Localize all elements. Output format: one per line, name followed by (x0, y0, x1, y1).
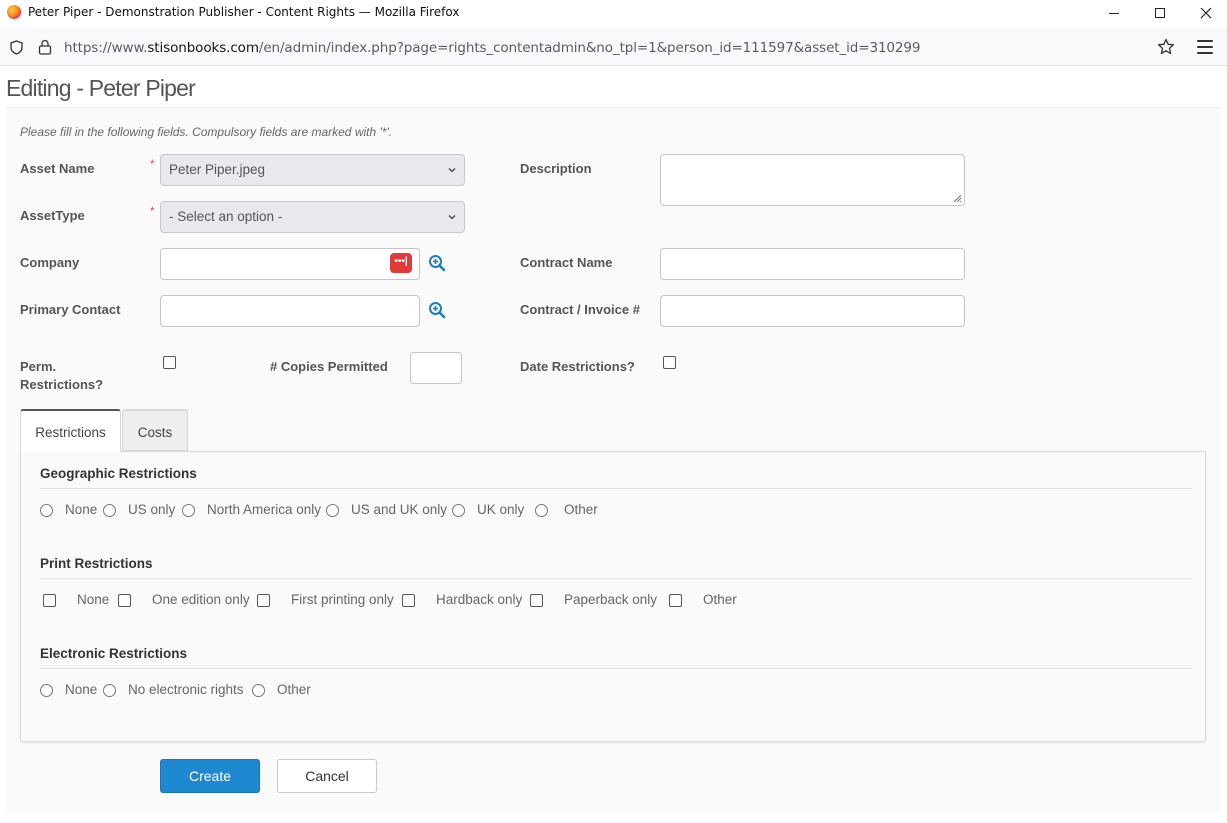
perm-restrictions-checkbox[interactable] (163, 356, 176, 369)
print-hardback-label: Hardback only (436, 592, 523, 607)
window-title: Peter Piper - Demonstration Publisher - … (28, 5, 460, 19)
print-restrictions-title: Print Restrictions (40, 556, 153, 571)
print-first-printing-label: First printing only (291, 592, 394, 607)
tab-restrictions[interactable]: Restrictions (20, 409, 121, 452)
form-hint: Please fill in the following fields. Com… (20, 125, 393, 139)
close-window-button[interactable] (1183, 0, 1227, 26)
address-bar: https://www.stisonbooks.com/en/admin/ind… (0, 28, 1227, 66)
asset-name-select[interactable]: Peter Piper.jpeg (160, 154, 465, 186)
url-field[interactable]: https://www.stisonbooks.com/en/admin/ind… (64, 40, 921, 56)
minimize-button[interactable] (1091, 0, 1137, 26)
contract-invoice-input[interactable] (660, 295, 965, 327)
create-button[interactable]: Create (160, 759, 260, 793)
divider (40, 668, 1192, 669)
electronic-other-label: Other (277, 682, 311, 697)
print-first-printing-checkbox[interactable] (257, 594, 270, 607)
print-one-edition-label: One edition only (152, 592, 250, 607)
chevron-down-icon (448, 168, 456, 173)
required-marker: * (150, 204, 155, 218)
geo-us-only-label: US only (128, 502, 176, 517)
copies-permitted-label: # Copies Permitted (270, 359, 388, 374)
electronic-no-rights-radio[interactable] (103, 684, 116, 697)
geo-other-radio[interactable] (535, 504, 548, 517)
geo-uk-only-label: UK only (477, 502, 525, 517)
tab-costs[interactable]: Costs (122, 409, 188, 451)
print-one-edition-checkbox[interactable] (118, 594, 131, 607)
chevron-down-icon (448, 215, 456, 220)
electronic-none-label: None (65, 682, 98, 697)
password-manager-icon[interactable]: •••| (390, 253, 412, 273)
divider (40, 578, 1192, 579)
perm-restrictions-label: Perm. Restrictions? (20, 359, 104, 392)
geo-north-america-radio[interactable] (182, 504, 195, 517)
geo-us-only-radio[interactable] (103, 504, 116, 517)
print-hardback-checkbox[interactable] (402, 594, 415, 607)
company-input[interactable] (160, 248, 420, 280)
geo-us-uk-radio[interactable] (326, 504, 339, 517)
maximize-icon (1155, 8, 1165, 18)
print-paperback-checkbox[interactable] (530, 594, 543, 607)
electronic-other-radio[interactable] (252, 684, 265, 697)
electronic-restrictions-title: Electronic Restrictions (40, 646, 188, 661)
primary-contact-label: Primary Contact (20, 302, 121, 317)
copies-permitted-input[interactable] (410, 352, 462, 384)
company-search-icon[interactable] (428, 254, 446, 272)
asset-type-label: AssetType (20, 208, 85, 223)
app-menu-icon[interactable] (1197, 40, 1213, 54)
bookmark-star-icon[interactable] (1157, 38, 1175, 56)
url-path: /en/admin/index.php?page=rights_contenta… (258, 40, 921, 56)
geo-other-label: Other (564, 502, 598, 517)
url-host: stisonbooks.com (147, 40, 259, 56)
geo-none-radio[interactable] (40, 504, 53, 517)
asset-type-select[interactable]: - Select an option - (160, 201, 465, 233)
maximize-button[interactable] (1137, 0, 1183, 26)
print-other-label: Other (703, 592, 737, 607)
print-other-checkbox[interactable] (669, 594, 682, 607)
required-marker: * (150, 157, 155, 171)
minimize-icon (1109, 12, 1119, 14)
company-label: Company (20, 255, 80, 270)
asset-type-value: - Select an option - (169, 209, 283, 224)
primary-contact-input[interactable] (160, 295, 420, 327)
date-restrictions-checkbox[interactable] (663, 356, 676, 369)
geo-us-uk-label: US and UK only (351, 502, 448, 517)
asset-name-label: Asset Name (20, 161, 95, 176)
description-label: Description (520, 161, 592, 176)
geo-uk-only-radio[interactable] (452, 504, 465, 517)
electronic-no-rights-label: No electronic rights (128, 682, 244, 697)
geo-north-america-label: North America only (207, 502, 322, 517)
firefox-logo-icon (7, 5, 21, 19)
print-none-checkbox[interactable] (43, 594, 56, 607)
contract-name-label: Contract Name (520, 255, 613, 270)
print-none-label: None (77, 592, 110, 607)
close-icon (1200, 7, 1212, 19)
lock-icon[interactable] (38, 39, 52, 55)
page-title: Editing - Peter Piper (6, 75, 196, 101)
cancel-button[interactable]: Cancel (277, 759, 377, 793)
contract-invoice-label: Contract / Invoice # (520, 302, 640, 317)
geo-none-label: None (65, 502, 98, 517)
contact-search-icon[interactable] (428, 301, 446, 319)
description-textarea[interactable] (660, 154, 965, 206)
url-prefix: https://www. (64, 40, 148, 56)
resize-grip-icon[interactable] (952, 193, 962, 203)
date-restrictions-label: Date Restrictions? (520, 359, 635, 374)
tracking-shield-icon[interactable] (10, 40, 23, 55)
asset-name-value: Peter Piper.jpeg (169, 162, 266, 177)
print-paperback-label: Paperback only (564, 592, 658, 607)
window-titlebar: Peter Piper - Demonstration Publisher - … (0, 0, 1227, 26)
geographic-restrictions-title: Geographic Restrictions (40, 466, 197, 481)
contract-name-input[interactable] (660, 248, 965, 280)
electronic-none-radio[interactable] (40, 684, 53, 697)
divider (40, 488, 1192, 489)
